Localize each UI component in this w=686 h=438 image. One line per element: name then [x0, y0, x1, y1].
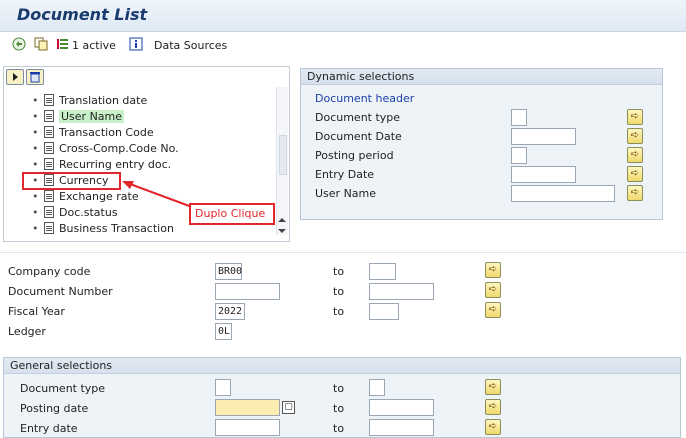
gen-entry-date-to-input[interactable]	[369, 419, 434, 436]
execute-icon[interactable]	[12, 37, 26, 51]
dyn-label-document-date: Document Date	[315, 130, 402, 143]
to-label: to	[333, 402, 345, 415]
company-code-input[interactable]: BR00	[215, 263, 242, 280]
dyn-document-date-input[interactable]	[511, 128, 576, 145]
gen-posting-date-input[interactable]	[215, 399, 280, 416]
dyn-label-user-name: User Name	[315, 187, 377, 200]
document-number-multiselect[interactable]	[485, 282, 501, 298]
company-code-to-input[interactable]	[369, 263, 396, 280]
document-icon	[44, 190, 54, 202]
dyn-posting-period-multiselect[interactable]	[627, 147, 643, 163]
label-gen-document-type: Document type	[20, 382, 106, 395]
document-icon	[44, 206, 54, 218]
dynamic-selections-panel: Dynamic selections Document header Docum…	[300, 68, 663, 220]
to-label: to	[333, 305, 345, 318]
calendar-icon[interactable]: ▢	[282, 401, 295, 414]
tree-item-doc-status[interactable]: • Doc.status	[32, 205, 118, 221]
ledger-input[interactable]: 0L	[215, 323, 232, 340]
dyn-posting-period-input[interactable]	[511, 147, 527, 164]
gen-posting-date-to-input[interactable]	[369, 399, 434, 416]
tree-scrollbar[interactable]	[276, 87, 288, 235]
label-gen-posting-date: Posting date	[20, 402, 89, 415]
gen-entry-date-multiselect[interactable]	[485, 419, 501, 435]
dyn-document-date-multiselect[interactable]	[627, 128, 643, 144]
tree-item-business-transaction[interactable]: • Business Transaction	[32, 221, 174, 237]
document-icon	[44, 142, 54, 154]
to-label: to	[333, 382, 345, 395]
gen-document-type-to-input[interactable]	[369, 379, 385, 396]
double-click-annotation: Duplo Clique	[189, 203, 275, 225]
gen-posting-date-multiselect[interactable]	[485, 399, 501, 415]
dyn-document-type-multiselect[interactable]	[627, 109, 643, 125]
fiscal-year-to-input[interactable]	[369, 303, 399, 320]
dyn-label-document-type: Document type	[315, 111, 401, 124]
to-label: to	[333, 265, 345, 278]
fiscal-year-input[interactable]: 2022	[215, 303, 245, 320]
to-label: to	[333, 285, 345, 298]
document-icon	[44, 222, 54, 234]
label-company-code: Company code	[8, 265, 91, 278]
document-number-input[interactable]	[215, 283, 280, 300]
application-toolbar: 1 active Data Sources	[0, 33, 686, 59]
tree-item-transaction-code[interactable]: • Transaction Code	[32, 125, 154, 141]
label-document-number: Document Number	[8, 285, 113, 298]
tree-item-recurring-entry[interactable]: • Recurring entry doc.	[32, 157, 171, 173]
trash-icon	[30, 72, 40, 83]
gen-document-type-multiselect[interactable]	[485, 379, 501, 395]
dyn-label-posting-period: Posting period	[315, 149, 394, 162]
document-icon	[44, 94, 54, 106]
active-count-label[interactable]: 1 active	[72, 39, 116, 52]
dyn-label-entry-date: Entry Date	[315, 168, 375, 181]
label-fiscal-year: Fiscal Year	[8, 305, 65, 318]
dyn-entry-date-input[interactable]	[511, 166, 576, 183]
data-sources-button[interactable]: Data Sources	[154, 39, 227, 52]
document-icon	[44, 158, 54, 170]
delete-selection-button[interactable]	[26, 69, 44, 85]
copy-variant-icon[interactable]	[34, 37, 48, 51]
label-ledger: Ledger	[8, 325, 46, 338]
scrollbar-thumb[interactable]	[279, 135, 287, 175]
dynamic-selections-icon[interactable]	[56, 37, 70, 51]
divider	[0, 252, 686, 253]
annotation-arrow	[122, 181, 193, 208]
dyn-user-name-input[interactable]	[511, 185, 615, 202]
triangle-right-icon	[13, 73, 18, 81]
fiscal-year-multiselect[interactable]	[485, 302, 501, 318]
dynamic-selections-title: Dynamic selections	[301, 69, 662, 85]
scroll-arrows-icon[interactable]	[276, 216, 288, 236]
dyn-user-name-multiselect[interactable]	[627, 185, 643, 201]
dyn-document-type-input[interactable]	[511, 109, 527, 126]
tree-item-translation-date[interactable]: • Translation date	[32, 93, 147, 109]
to-label: to	[333, 422, 345, 435]
page-title: Document List	[17, 5, 148, 24]
tree-item-user-name[interactable]: • User Name	[32, 109, 125, 125]
company-code-multiselect[interactable]	[485, 262, 501, 278]
document-icon	[44, 110, 54, 122]
general-selections-title: General selections	[4, 358, 680, 374]
gen-document-type-input[interactable]	[215, 379, 231, 396]
tree-item-cross-comp-code[interactable]: • Cross-Comp.Code No.	[32, 141, 179, 157]
document-number-to-input[interactable]	[369, 283, 434, 300]
add-selection-button[interactable]	[6, 69, 24, 85]
label-gen-entry-date: Entry date	[20, 422, 78, 435]
gen-entry-date-input[interactable]	[215, 419, 280, 436]
info-icon[interactable]	[129, 37, 143, 51]
document-header-group: Document header	[315, 92, 415, 105]
currency-highlight-box	[22, 172, 121, 190]
document-icon	[44, 126, 54, 138]
dyn-entry-date-multiselect[interactable]	[627, 166, 643, 182]
